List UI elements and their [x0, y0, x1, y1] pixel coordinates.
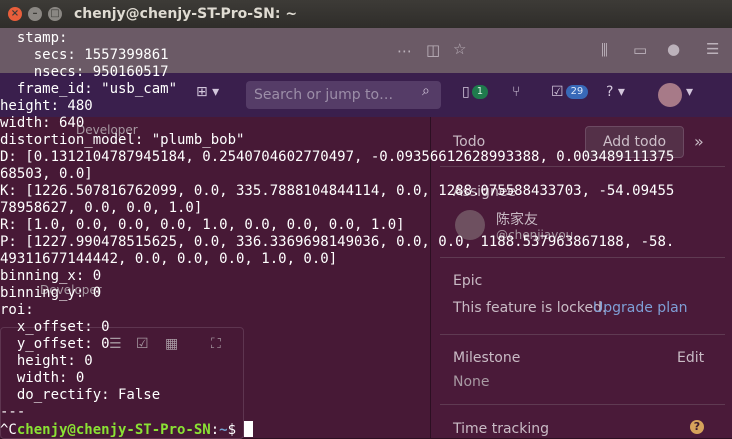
terminal-line: y_offset: 0 — [0, 336, 110, 352]
terminal-line: D: [0.1312104787945184, 0.25407046027704… — [0, 149, 675, 165]
terminal-cursor — [244, 421, 254, 437]
terminal-line: 49311677144442, 0.0, 0.0, 0.0, 1.0, 0.0] — [0, 251, 338, 267]
prompt-separator: : — [210, 422, 220, 438]
maximize-window-button[interactable]: □ — [48, 7, 62, 21]
minimize-window-button[interactable]: – — [28, 7, 42, 21]
terminal-line: binning_x: 0 — [0, 268, 102, 284]
terminal-line: 68503, 0.0] — [0, 166, 93, 182]
terminal-output[interactable]: stamp: secs: 1557399861 nsecs: 950160517… — [0, 28, 732, 438]
terminal-line: nsecs: 950160517 — [0, 64, 169, 80]
terminal-prompt[interactable]: ^Cchenjy@chenjy-ST-Pro-SN:~$ — [0, 421, 254, 438]
terminal-line: stamp: — [0, 30, 68, 46]
prompt-user-host: chenjy@chenjy-ST-Pro-SN — [16, 422, 211, 438]
terminal-line: P: [1227.990478515625, 0.0, 336.33696981… — [0, 234, 675, 250]
terminal-line: binning_y: 0 — [0, 285, 102, 301]
interrupt-marker: ^C — [0, 422, 17, 438]
terminal-line: K: [1226.507816762099, 0.0, 335.78881048… — [0, 183, 675, 199]
terminal-line: width: 640 — [0, 115, 85, 131]
prompt-dollar: $ — [227, 422, 245, 438]
terminal-line: width: 0 — [0, 370, 85, 386]
terminal-line: frame_id: "usb_cam" — [0, 81, 178, 97]
terminal-line: --- — [0, 404, 26, 420]
terminal-line: R: [1.0, 0.0, 0.0, 0.0, 1.0, 0.0, 0.0, 0… — [0, 217, 405, 233]
terminal-line: secs: 1557399861 — [0, 47, 169, 63]
window-title: chenjy@chenjy-ST-Pro-SN: ~ — [74, 6, 298, 22]
terminal-line: do_rectify: False — [0, 387, 161, 403]
terminal-line: 78958627, 0.0, 0.0, 1.0] — [0, 200, 203, 216]
terminal-line: roi: — [0, 302, 34, 318]
terminal-line: x_offset: 0 — [0, 319, 110, 335]
prompt-path: ~ — [219, 422, 228, 438]
terminal-line: height: 480 — [0, 98, 93, 114]
terminal-line: distortion_model: "plumb_bob" — [0, 132, 245, 148]
terminal-line: height: 0 — [0, 353, 93, 369]
close-window-button[interactable]: × — [8, 7, 22, 21]
window-titlebar[interactable]: × – □ chenjy@chenjy-ST-Pro-SN: ~ — [0, 0, 732, 28]
